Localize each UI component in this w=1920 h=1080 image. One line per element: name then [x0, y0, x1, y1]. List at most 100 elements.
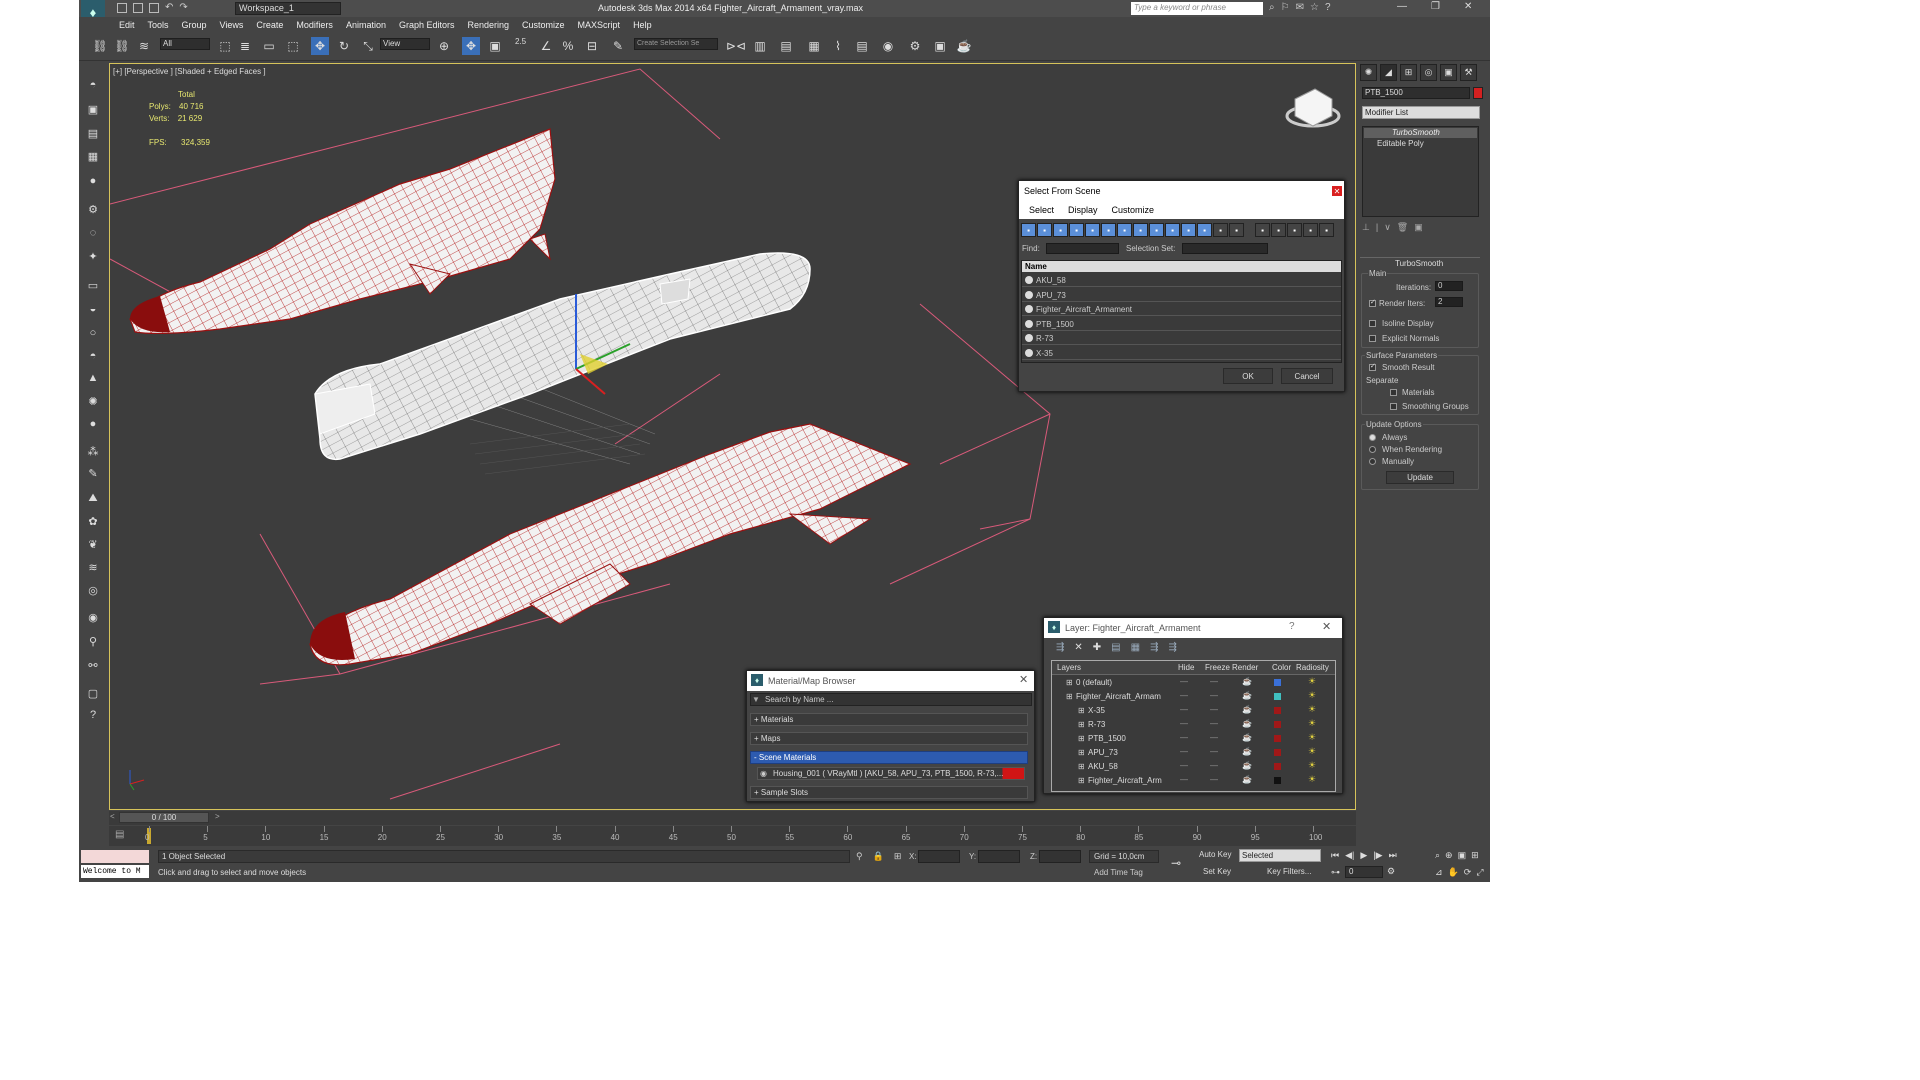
layer-row[interactable]: ⊞ AKU_58 — — ☕ ☀ [1052, 760, 1335, 774]
freeze-toggle[interactable]: — [1210, 677, 1218, 686]
menu-animation[interactable]: Animation [346, 20, 386, 30]
render-setup-icon[interactable]: ⚙ [906, 37, 924, 55]
pin-stack-icon[interactable]: ⊥ [1362, 222, 1370, 233]
select-rotate-icon[interactable]: ↻ [335, 37, 353, 55]
link-icon[interactable]: ⚲ [83, 632, 103, 650]
teapot-icon[interactable]: ◓ [83, 76, 103, 94]
layer-row[interactable]: ⊞ APU_73 — — ☕ ☀ [1052, 746, 1335, 760]
globe-icon[interactable]: ◌ [83, 224, 103, 242]
object-list-item[interactable]: AKU_58 [1022, 274, 1341, 287]
layer-color-swatch[interactable] [1274, 749, 1281, 756]
configure-modifier-sets-icon[interactable]: ▣ [1414, 222, 1423, 233]
stack-item-editable-poly[interactable]: Editable Poly [1364, 139, 1477, 149]
mirror-icon[interactable]: ⊳⊲ [726, 37, 746, 55]
housing-material-item[interactable]: Housing_001 ( VRayMtl ) [AKU_58, APU_73,… [757, 767, 1025, 780]
layer-row[interactable]: ⊞ X-35 — — ☕ ☀ [1052, 704, 1335, 718]
render-icon[interactable]: ✦ [83, 247, 103, 265]
freeze-toggle[interactable]: — [1210, 691, 1218, 700]
render-teapot-icon[interactable]: ☕ [1242, 719, 1252, 728]
plane-icon[interactable]: ◒ [83, 300, 103, 318]
toggle-layer-explorer-icon[interactable]: ▤ [777, 37, 795, 55]
layer-row[interactable]: ⊞ PTB_1500 — — ☕ ☀ [1052, 732, 1335, 746]
display-none-icon[interactable]: ▪ [1229, 223, 1244, 237]
gear-icon[interactable]: ⚙ [83, 200, 103, 218]
layer-col-render[interactable]: Render [1232, 663, 1258, 672]
unlink-icon[interactable]: ⛓ [113, 37, 131, 55]
motion-tab-icon[interactable]: ◎ [1420, 64, 1437, 81]
select-manipulate-icon[interactable]: ✥ [462, 37, 480, 55]
dome-icon[interactable]: ◓ [83, 347, 103, 365]
explicit-normals-checkbox[interactable] [1369, 335, 1376, 342]
layer-color-swatch[interactable] [1274, 735, 1281, 742]
select-object-icon[interactable]: ⬚ [216, 37, 234, 55]
layer-color-swatch[interactable] [1274, 693, 1281, 700]
render-teapot-icon[interactable]: ☕ [1242, 677, 1252, 686]
sphere-icon[interactable]: ○ [83, 324, 103, 342]
cone-icon[interactable]: ▲ [83, 369, 103, 387]
isolate-selection-icon[interactable]: ⚲ [856, 851, 863, 862]
cancel-button[interactable]: Cancel [1281, 368, 1333, 384]
menu-tools[interactable]: Tools [148, 20, 169, 30]
display-spacewarps-icon[interactable]: ▪ [1101, 223, 1116, 237]
object-list-item[interactable]: X-35 [1022, 347, 1341, 360]
select-scale-icon[interactable]: ⤡ [359, 37, 377, 55]
object-list-item[interactable]: R-73 [1022, 332, 1341, 345]
radiosity-icon[interactable]: ☀ [1308, 732, 1316, 743]
radiosity-icon[interactable]: ☀ [1308, 690, 1316, 701]
lights-icon[interactable]: ● [83, 172, 103, 190]
layer-color-swatch[interactable] [1274, 679, 1281, 686]
menu-modifiers[interactable]: Modifiers [296, 20, 333, 30]
display-containers-icon[interactable]: ▪ [1165, 223, 1180, 237]
menu-customize[interactable]: Customize [522, 20, 565, 30]
add-to-layer-icon[interactable]: ✚ [1093, 642, 1101, 653]
isoline-display-checkbox[interactable] [1369, 320, 1376, 327]
track-bar[interactable]: ▤ 0 5 10 15 20 25 30 35 40 45 50 55 60 65 70 75 80 85 90 95… [109, 826, 1356, 846]
subscription-icon[interactable]: ⚐ [1281, 2, 1290, 13]
render-teapot-icon[interactable]: ☕ [1242, 747, 1252, 756]
menu-graph-editors[interactable]: Graph Editors [399, 20, 455, 30]
layer-col-layers[interactable]: Layers [1057, 663, 1081, 672]
named-selection-set-field[interactable]: Create Selection Se [634, 38, 718, 50]
orb-icon[interactable]: ◉ [83, 608, 103, 626]
update-button[interactable]: Update [1386, 471, 1454, 484]
select-in-layer-icon[interactable]: ▤ [1111, 642, 1120, 653]
track-bar-menu-icon[interactable]: ▤ [115, 829, 124, 840]
current-frame-field[interactable]: 0 [1345, 866, 1383, 878]
hide-toggle[interactable]: — [1180, 719, 1188, 728]
page-icon[interactable]: ▢ [83, 684, 103, 702]
options-icon[interactable]: ▪ [1319, 223, 1334, 237]
delete-layer-icon[interactable]: ✕ [1074, 642, 1082, 653]
menu-create[interactable]: Create [256, 20, 283, 30]
rope-icon[interactable]: ◎ [83, 581, 103, 599]
circle-icon[interactable]: ● [83, 415, 103, 433]
layer-row[interactable]: ⊞ Fighter_Aircraft_Armam — — ☕ ☀ [1052, 690, 1335, 704]
z-coordinate-field[interactable] [1039, 850, 1081, 863]
layer-color-swatch[interactable] [1274, 777, 1281, 784]
highlight-layer-icon[interactable]: ▦ [1131, 642, 1140, 653]
hide-toggle[interactable]: — [1180, 775, 1188, 784]
utilities-tab-icon[interactable]: ⚒ [1460, 64, 1477, 81]
display-hidden-icon[interactable]: ▪ [1197, 223, 1212, 237]
undo-icon[interactable]: ↶ [165, 3, 173, 13]
hierarchy-tab-icon[interactable]: ⊞ [1400, 64, 1417, 81]
redo-icon[interactable]: ↷ [179, 3, 187, 13]
select-move-icon[interactable]: ✥ [311, 37, 329, 55]
x-coordinate-field[interactable] [918, 850, 960, 863]
layer-row[interactable]: ⊞ 0 (default) — — ☕ ☀ [1052, 676, 1335, 690]
prev-key-icon[interactable]: ◀| [1345, 850, 1354, 861]
display-frozen-icon[interactable]: ▪ [1181, 223, 1196, 237]
zoom-icon[interactable]: ⌕ [1435, 850, 1440, 861]
key-selection-dropdown[interactable]: Selected [1239, 849, 1321, 862]
maximize-icon[interactable]: ❐ [1431, 1, 1440, 12]
layer-color-swatch[interactable] [1274, 707, 1281, 714]
hide-toggle[interactable]: — [1180, 761, 1188, 770]
layer-col-freeze[interactable]: Freeze [1205, 663, 1230, 672]
stack-item-turbosmooth[interactable]: TurboSmooth [1364, 128, 1477, 138]
key-filters-button[interactable]: Key Filters... [1267, 867, 1311, 876]
shapes-icon[interactable]: ✿ [83, 512, 103, 530]
search-input[interactable]: Type a keyword or phrase [1131, 2, 1263, 15]
name-column-header[interactable]: Name [1022, 261, 1341, 272]
particles-icon[interactable]: ⁂ [83, 442, 103, 460]
reference-coordinate-dropdown[interactable]: View [380, 38, 430, 50]
display-groups-icon[interactable]: ▪ [1117, 223, 1132, 237]
